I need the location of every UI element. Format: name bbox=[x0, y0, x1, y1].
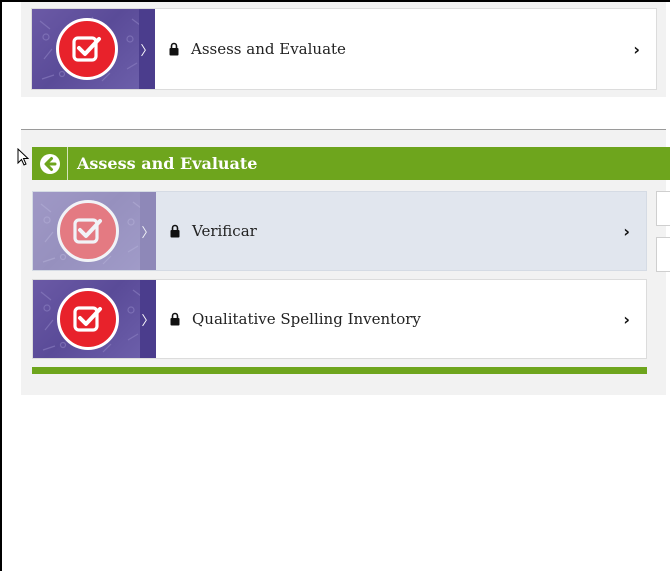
section-footer-bar bbox=[32, 367, 647, 374]
chevron-strip-icon: 〉 bbox=[139, 9, 155, 89]
list-item-verificar[interactable]: 〉 Verificar › bbox=[32, 191, 647, 271]
card-thumbnail: 〉 bbox=[32, 9, 155, 89]
mouse-cursor-icon bbox=[17, 148, 30, 166]
card-thumbnail: 〉 bbox=[33, 280, 156, 358]
chevron-strip-icon: 〉 bbox=[140, 192, 156, 270]
lock-icon bbox=[169, 42, 179, 56]
chevron-strip-icon: 〉 bbox=[140, 280, 156, 358]
card-thumbnail: 〉 bbox=[33, 192, 156, 270]
back-arrow-icon bbox=[39, 153, 60, 174]
section-header: Assess and Evaluate bbox=[32, 147, 670, 180]
lock-icon bbox=[170, 224, 180, 238]
side-panel-stub[interactable] bbox=[656, 191, 670, 226]
side-panel-stub[interactable] bbox=[656, 237, 670, 272]
card-title: Assess and Evaluate bbox=[191, 40, 346, 58]
checkbox-check-icon bbox=[57, 200, 119, 262]
section-title: Assess and Evaluate bbox=[77, 154, 258, 173]
checkbox-check-icon bbox=[57, 288, 119, 350]
list-item-label: Verificar bbox=[192, 222, 257, 240]
window-frame-left bbox=[0, 0, 2, 571]
list-item-qualitative-spelling-inventory[interactable]: 〉 Qualitative Spelling Inventory › bbox=[32, 279, 647, 359]
chevron-right-icon: › bbox=[623, 221, 630, 241]
assess-evaluate-card[interactable]: 〉 Assess and Evaluate › bbox=[31, 8, 657, 90]
lock-icon bbox=[170, 312, 180, 326]
top-panel: 〉 Assess and Evaluate › bbox=[21, 2, 666, 97]
chevron-right-icon: › bbox=[633, 39, 640, 59]
main-panel: Assess and Evaluate 〉 Verificar › 〉 Qual… bbox=[21, 130, 670, 395]
checkbox-check-icon bbox=[56, 18, 118, 80]
back-button[interactable] bbox=[32, 147, 68, 180]
list-item-label: Qualitative Spelling Inventory bbox=[192, 310, 421, 328]
chevron-right-icon: › bbox=[623, 309, 630, 329]
